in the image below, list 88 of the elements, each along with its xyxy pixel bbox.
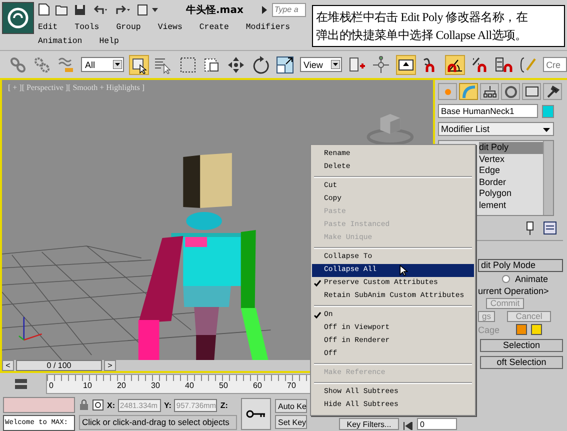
spinner-snap-tool-button[interactable] [494,54,514,74]
modifier-stack-item[interactable]: Polygon [479,188,543,200]
object-name-field[interactable]: Base HumanNeck1 [438,104,538,118]
script-listener-field[interactable] [3,397,75,413]
undo-icon[interactable] [91,4,109,16]
checkmark-icon [314,280,321,287]
instruction-callout: 在堆栈栏中右击 Edit Poly 修改器名称，在 弹出的快捷菜单中选择 Collapse All选项。 [312,5,565,47]
lock-icon[interactable] [79,399,89,411]
open-folder-icon[interactable] [55,4,69,16]
frame-field[interactable]: 0 [417,418,457,430]
modifier-stack-item[interactable]: Border [479,176,543,188]
menu-item[interactable]: Help [99,37,119,46]
rollout-header[interactable]: oft Selection [480,356,563,369]
robot-figure-drawing[interactable] [138,153,269,360]
new-file-icon[interactable] [38,3,50,16]
key-icon [246,410,266,418]
redo-icon[interactable] [114,4,132,16]
curve-editor-icon[interactable] [14,378,28,390]
pivot-tool-button[interactable] [347,54,366,74]
menu-item[interactable]: Tools [74,23,100,32]
expand-icon[interactable] [262,6,268,14]
rollout-header[interactable]: dit Poly Mode [478,259,563,272]
named-sets-tool-button[interactable] [518,54,538,74]
unlink-tool-button[interactable] [32,54,52,74]
modifier-stack-item[interactable]: lement [479,200,543,211]
scale-tool-button[interactable] [275,54,294,74]
cage-color-swatch[interactable] [516,324,527,335]
app-logo-icon[interactable] [2,2,34,34]
link-tool-button[interactable] [8,54,28,74]
z-label: Z: [220,400,228,410]
save-icon[interactable] [74,4,86,16]
modifier-stack-item[interactable]: Edge [479,165,543,176]
modifier-list-dropdown[interactable]: Modifier List [438,122,554,136]
radio-label: Animate [515,274,548,284]
absolute-mode-icon[interactable] [92,399,104,411]
modifier-stack-item[interactable]: Vertex [479,154,543,165]
dropdown[interactable]: All [80,57,124,72]
checkmark-icon [314,312,321,319]
named-selection-field[interactable]: Cre [543,57,567,72]
frame-number: 40 [185,381,194,390]
frame-number: 60 [253,381,262,390]
pin-icon[interactable] [525,221,535,235]
x-label: X: [107,400,115,410]
mouse-cursor-icon [399,265,408,276]
dropdown-arrow-icon[interactable] [331,60,340,69]
auto-key-button[interactable]: Auto Ke [275,399,307,413]
frame-number: 50 [219,381,228,390]
cage-label: Cage [478,324,500,334]
frame-number: 20 [117,381,126,390]
menu-item[interactable]: Edit [38,23,58,32]
prompt-text: Click or click-and-drag to select objects [79,414,237,430]
time-slider-thumb[interactable]: 0 / 100 [16,360,102,371]
menu-item[interactable]: Animation [38,37,82,46]
frame-number: 70 [287,381,296,390]
manipulate-tool-button[interactable] [372,54,391,74]
region-tool-button[interactable] [178,54,198,74]
configure-icon[interactable] [543,221,557,235]
previous-frame-button[interactable]: < [2,360,14,371]
frame-number: 0 [49,381,54,390]
menu-item[interactable]: Modifiers [246,23,290,32]
key-button[interactable] [241,398,271,430]
cage-color-swatch[interactable] [530,324,542,335]
current-operation-label: urrent Operation> [478,286,550,296]
dropdown[interactable]: View [300,57,342,72]
frame-number: 30 [151,381,160,390]
set-key-button[interactable]: Set Key [275,415,307,429]
key-filters-button[interactable]: Key Filters... [339,418,399,430]
menu-item[interactable]: Create [199,23,229,32]
menu-item[interactable]: Group [116,23,141,32]
rollout-header[interactable]: Selection [480,339,563,352]
modifier-stack-item[interactable]: dit Poly [479,142,543,154]
rotate-tool-button[interactable] [250,54,270,74]
object-color-swatch[interactable] [542,104,554,118]
dropdown-arrow-icon[interactable] [112,60,122,69]
axis-tripod-icon [18,317,42,341]
angle-snap-tool-button[interactable] [445,54,466,74]
move-tool-button[interactable] [226,54,246,74]
menu-item[interactable]: Views [158,23,182,32]
next-frame-button[interactable]: > [104,360,116,371]
window-title: 牛头怪.max [186,4,244,16]
frame-number: 10 [83,381,92,390]
percent-snap-tool-button[interactable] [470,54,490,74]
search-field[interactable]: Type a [272,2,306,16]
y-label: Y: [164,400,172,410]
select-tool-button[interactable] [128,54,149,74]
scrollbar[interactable] [543,141,553,215]
radio-button[interactable] [502,275,510,283]
go-to-start-icon[interactable] [403,422,413,430]
